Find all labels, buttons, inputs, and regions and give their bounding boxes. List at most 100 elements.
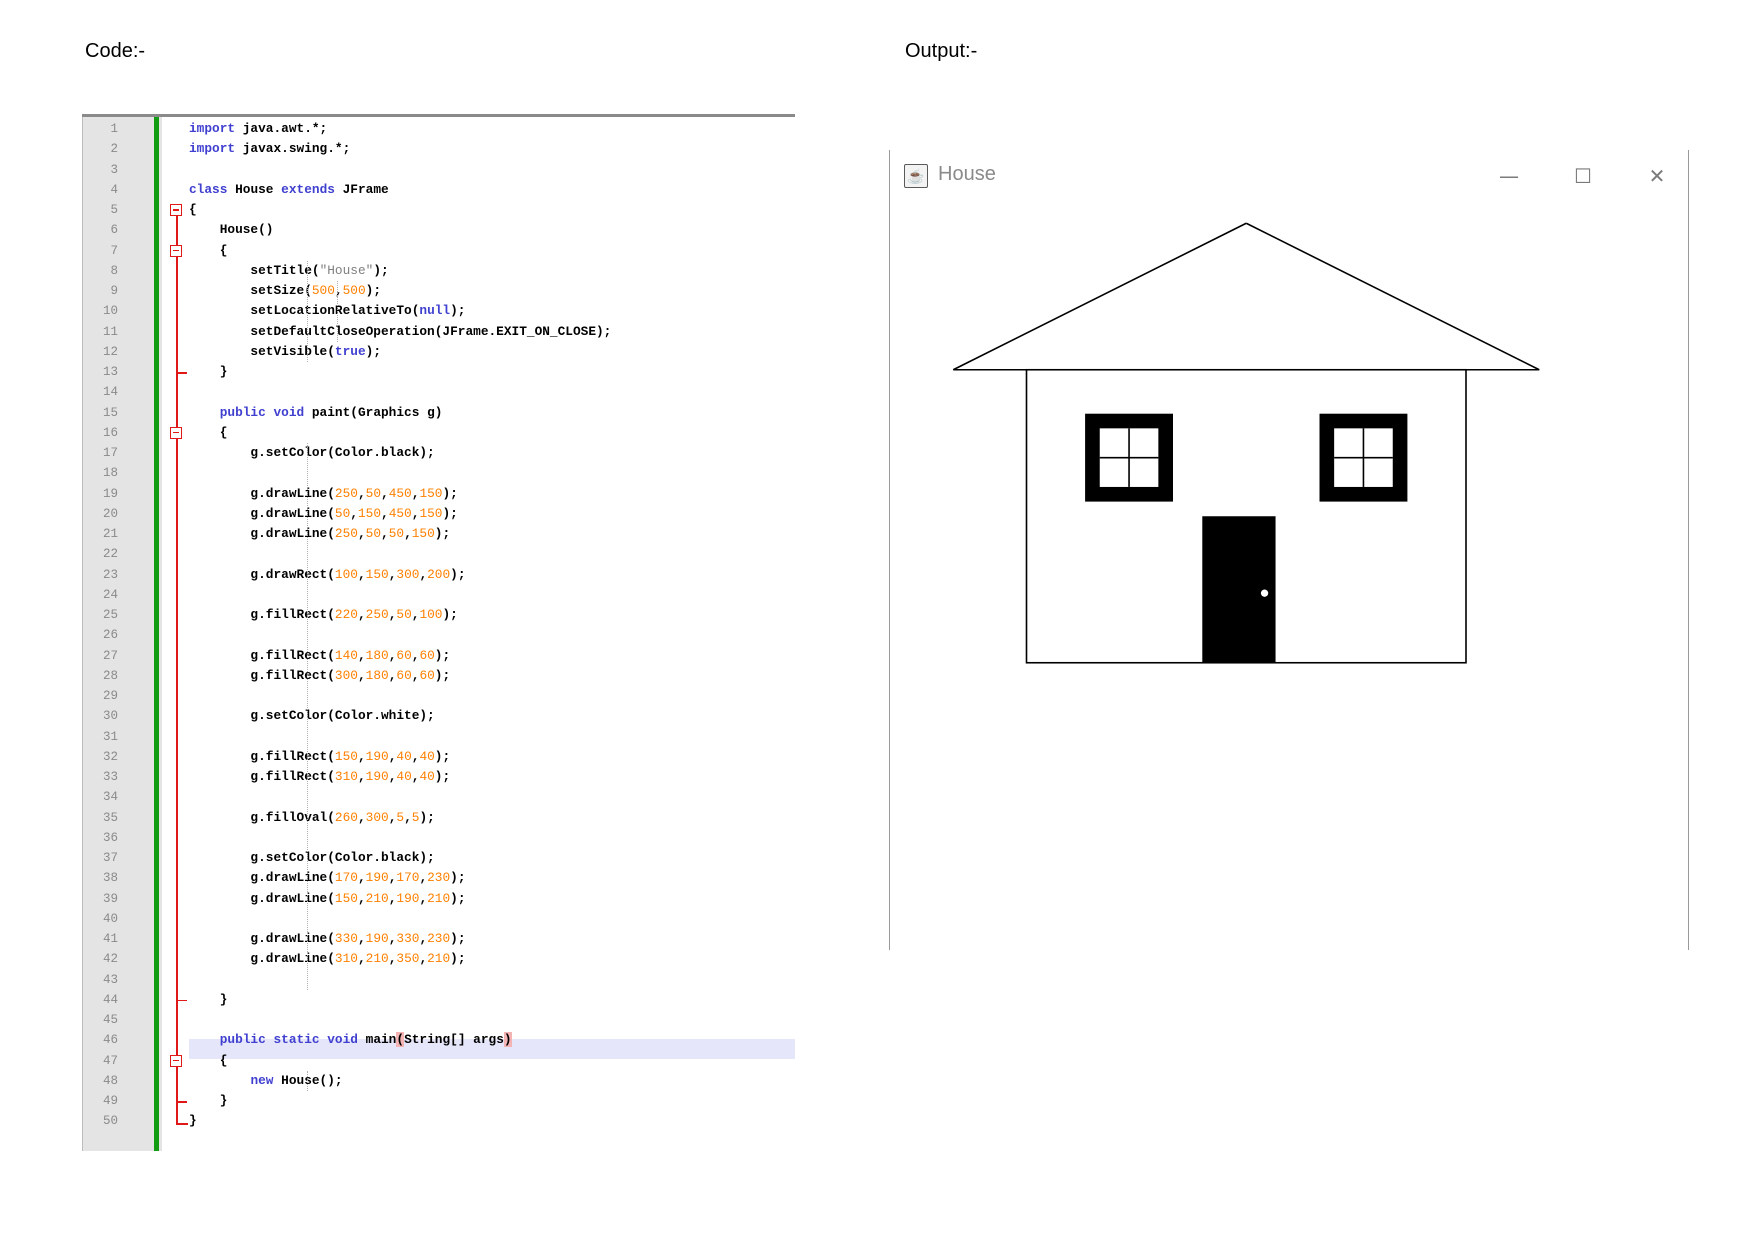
code-line: 7 {: [82, 241, 795, 261]
code-token: 150: [357, 505, 382, 521]
code-text: new House();: [189, 1071, 343, 1091]
code-token: 350: [396, 951, 420, 967]
code-token: 40: [396, 769, 412, 784]
fold-toggle-icon[interactable]: [170, 1054, 182, 1067]
code-token: import: [189, 141, 236, 157]
java-cup-icon: ☕: [904, 164, 928, 188]
house-window[interactable]: ☕ House — ☐ ✕: [889, 150, 1689, 950]
code-token: 300: [334, 667, 358, 683]
door-knob: [1260, 589, 1269, 597]
code-token: 150: [419, 505, 443, 521]
code-token: g.drawLine(: [189, 890, 335, 906]
code-line: 26: [82, 625, 795, 645]
code-token: 190: [365, 931, 389, 946]
code-token: ,: [419, 870, 428, 886]
code-token: 60: [419, 667, 435, 683]
line-number: 10: [102, 304, 118, 319]
fold-toggle-icon[interactable]: [170, 244, 182, 257]
code-line: 6 House(): [82, 220, 795, 240]
code-token: g.fillOval(: [189, 809, 335, 825]
code-token: 210: [427, 890, 451, 906]
line-number: 34: [102, 790, 118, 805]
code-line: 1 import java.awt.*;: [82, 119, 795, 139]
minimize-button[interactable]: —: [1486, 158, 1532, 194]
code-token: JFrame: [334, 181, 389, 197]
title-bar[interactable]: ☕ House — ☐ ✕: [890, 150, 1688, 206]
code-token: 230: [427, 870, 451, 886]
code-token: void: [273, 404, 305, 420]
code-text: setTitle("House");: [189, 261, 388, 281]
code-line: 2 import javax.swing.*;: [82, 139, 795, 159]
house-door: [1202, 516, 1276, 663]
code-token: ,: [381, 485, 389, 501]
fold-end-marker: [177, 372, 187, 374]
code-token: public: [219, 404, 266, 420]
code-editor[interactable]: 1 import java.awt.*; 2 import javax.swing.*…: [82, 114, 795, 1151]
code-token: g.fillRect(: [189, 667, 335, 683]
code-token: ,: [381, 526, 389, 541]
line-number: 26: [102, 628, 118, 643]
line-number: 29: [102, 689, 118, 703]
code-text: setDefaultCloseOperation(JFrame.EXIT_ON_…: [189, 322, 611, 342]
code-token: 220: [334, 607, 358, 622]
code-token: import: [189, 121, 236, 136]
code-line: 31: [82, 727, 795, 747]
code-text: g.drawLine(150,210,190,210);: [189, 889, 465, 909]
code-token: );: [450, 566, 466, 582]
indent-guide: [337, 280, 338, 342]
code-token: ,: [357, 769, 366, 784]
code-token: 40: [396, 748, 412, 764]
code-line: 5{: [82, 200, 795, 220]
code-token: 250: [334, 526, 358, 541]
fold-toggle-icon[interactable]: [170, 426, 182, 439]
code-token: g.drawLine(: [189, 526, 335, 541]
line-number: 27: [102, 648, 118, 663]
code-token: ,: [357, 870, 366, 886]
code-token: );: [450, 931, 466, 946]
code-token: 180: [365, 667, 389, 683]
code-token: String[] args: [404, 1032, 504, 1048]
maximize-button[interactable]: ☐: [1560, 158, 1606, 194]
code-token: );: [365, 343, 381, 359]
code-token: ,: [419, 890, 428, 906]
code-token: class: [189, 181, 228, 197]
code-token: 210: [427, 951, 451, 967]
close-button[interactable]: ✕: [1634, 158, 1680, 194]
line-number: 39: [102, 891, 118, 906]
code-token: 310: [334, 951, 358, 967]
code-line: 12 setVisible(true);: [82, 342, 795, 362]
code-token: setDefaultCloseOperation(JFrame.EXIT_ON_…: [189, 323, 612, 339]
code-token: );: [434, 748, 451, 764]
code-line: 45: [82, 1010, 795, 1030]
code-token: 190: [396, 890, 420, 906]
code-token: g.fillRect(: [189, 607, 335, 622]
code-text: class House extends JFrame: [189, 180, 389, 200]
code-token: 500: [342, 283, 366, 298]
code-text: g.drawLine(250,50,50,150);: [189, 524, 450, 544]
indent-guide: [307, 442, 308, 990]
code-text: {: [189, 423, 228, 443]
code-token: {: [189, 242, 228, 258]
code-line: 10 setLocationRelativeTo(null);: [82, 301, 795, 321]
code-text: g.drawLine(170,190,170,230);: [189, 868, 465, 888]
code-token: 150: [334, 748, 358, 764]
code-line: 40: [82, 909, 795, 929]
code-token: 190: [365, 769, 389, 784]
line-number: 5: [110, 203, 118, 217]
code-token: 300: [396, 566, 420, 582]
roof-line: [1245, 222, 1540, 371]
code-token: "House": [319, 262, 374, 278]
code-line: 38 g.drawLine(170,190,170,230);: [82, 868, 795, 888]
code-token: javax.swing.*;: [235, 141, 351, 157]
line-number: 43: [102, 972, 118, 987]
code-token: 330: [396, 931, 420, 946]
code-token: ,: [357, 607, 366, 622]
fold-toggle-icon[interactable]: [170, 204, 182, 216]
code-heading: Code:-: [85, 40, 146, 62]
code-token: House();: [273, 1072, 343, 1088]
code-token: ,: [404, 526, 412, 541]
line-number: 15: [102, 405, 118, 420]
line-number: 50: [102, 1114, 118, 1129]
code-token: 40: [419, 769, 435, 784]
